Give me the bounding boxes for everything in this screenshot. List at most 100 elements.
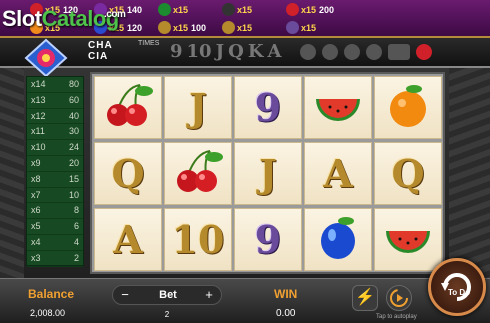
header-symbol: J [215, 41, 225, 62]
multiplier-row: x10 24 [27, 140, 83, 156]
multiplier-row: x7 10 [27, 188, 83, 204]
orange-icon [322, 44, 338, 60]
multiplier-row: x8 15 [27, 172, 83, 188]
card-symbol: Q [111, 151, 145, 196]
paytable-multiplier: x15 [301, 4, 317, 15]
reel-cell: 9 [234, 208, 302, 271]
multiplier-row: x5 6 [27, 219, 83, 235]
paytable-entry: x15 [222, 19, 286, 36]
cherry-icon [100, 79, 156, 136]
times-label: TIMES [138, 40, 160, 47]
reel-cell [304, 76, 372, 139]
bet-control: − Bet + [112, 285, 222, 305]
paytable-multiplier: x15 [301, 22, 317, 33]
multiplier-level: x8 [31, 173, 41, 184]
reel-cell: A [94, 208, 162, 271]
header-icons [300, 44, 432, 60]
card-symbol: 10 [171, 217, 225, 262]
plum-icon [344, 44, 360, 60]
cherry-icon [300, 44, 316, 60]
multiplier-level: x11 [31, 126, 45, 137]
win-value: 0.00 [276, 308, 296, 319]
multiplier-row: x11 30 [27, 124, 83, 141]
melon-icon [380, 211, 436, 268]
win-label: WIN [274, 287, 298, 301]
bar-icon [388, 44, 410, 60]
game-emblem-icon [24, 38, 68, 78]
multiplier-level: x4 [31, 236, 41, 247]
paytable-entry: x15 200 [286, 1, 350, 18]
multiplier-row: x12 40 [27, 109, 83, 125]
paytable-entry: x15 [158, 1, 222, 18]
cherry-icon [170, 145, 226, 202]
header-band: CHA CIA TIMES 9 10 J Q K A [0, 38, 490, 78]
multiplier-value: 30 [68, 126, 79, 137]
plum-icon [310, 211, 366, 268]
right-decor [449, 68, 490, 278]
multiplier-value: 2 [73, 252, 79, 263]
multiplier-level: x7 [31, 189, 41, 200]
card-symbol: A [323, 151, 353, 196]
card-symbol: J [189, 85, 207, 130]
autoplay-icon [390, 289, 408, 307]
header-symbol: A [267, 41, 282, 62]
reel-cell: J [164, 76, 232, 139]
multiplier-level: x13 [31, 94, 46, 105]
reel-cell [374, 76, 442, 139]
bet-increase-button[interactable]: + [201, 287, 217, 303]
queen-icon [158, 21, 171, 34]
reel-cell [164, 142, 232, 205]
paytable-payout: 100 [191, 22, 207, 33]
reel-cell: Q [94, 142, 162, 205]
multiplier-row: x9 20 [27, 156, 83, 172]
paytable-multiplier: x15 [173, 22, 189, 33]
multiplier-level: x9 [31, 157, 41, 168]
header-symbol: 10 [186, 41, 212, 62]
multiplier-value: 4 [73, 236, 79, 247]
multiplier-level: x6 [31, 205, 41, 216]
orange-icon [380, 79, 436, 136]
bar-icon [222, 3, 235, 16]
multiplier-row: x6 8 [27, 203, 83, 220]
left-decor [0, 68, 24, 278]
multiplier-row: x13 60 [27, 93, 83, 109]
multiplier-value: 6 [73, 221, 79, 232]
spin-button[interactable] [428, 258, 486, 316]
turbo-button[interactable]: ⚡ [352, 285, 378, 311]
multiplier-level: x5 [31, 221, 41, 232]
multiplier-row: x3 2 [27, 251, 83, 267]
header-symbol: K [247, 41, 264, 62]
autoplay-hint: Tap to autoplay [376, 314, 417, 320]
paytable-multiplier: x15 [237, 4, 253, 15]
autoplay-button[interactable] [386, 285, 412, 311]
paytable-entry: x15 [286, 19, 350, 36]
multiplier-row: x14 80 [27, 77, 83, 93]
spin-arrow-icon [441, 273, 471, 301]
spin-label: To Do [448, 288, 471, 297]
game-screen: x15 120 x15 140 x15 x15 x15 200 x15 x15 120 x15 100… [0, 0, 490, 323]
bet-value: 2 [164, 310, 170, 319]
multiplier-value: 60 [68, 94, 79, 105]
paytable-payout: 140 [127, 4, 143, 15]
reel-cell: 10 [164, 208, 232, 271]
paytable-entry: x15 [222, 1, 286, 18]
reel-cell: 9 [234, 76, 302, 139]
header-symbol: 9 [170, 41, 183, 62]
paytable-entry: x15 100 [158, 19, 222, 36]
card-symbol: J [259, 151, 277, 196]
reel-cell [304, 208, 372, 271]
multiplier-level: x3 [31, 252, 41, 263]
balance-value: 2,008.00 [30, 308, 66, 318]
multiplier-value: 40 [68, 110, 79, 121]
melon-icon [366, 44, 382, 60]
reel-cell: Q [374, 142, 442, 205]
multiplier-level: x10 [31, 142, 46, 153]
balance-label: Balance [28, 287, 75, 301]
card-symbol: Q [391, 151, 425, 196]
chacha-title: CHA CIA [88, 40, 113, 62]
lightning-icon: ⚡ [355, 289, 375, 306]
multiplier-panel: x14 80 x13 60 x12 40 x11 30 x10 24 x9 20 x8 15 x7 10 x6 8… [26, 76, 84, 267]
seven-icon [286, 3, 299, 16]
multiplier-value: 20 [68, 157, 79, 168]
multiplier-row: x4 4 [27, 235, 83, 251]
